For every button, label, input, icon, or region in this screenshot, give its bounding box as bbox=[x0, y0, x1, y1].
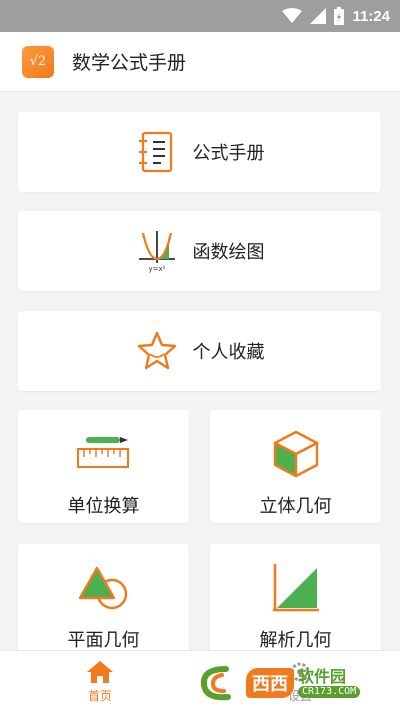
triangle-circle-icon bbox=[74, 562, 134, 614]
watermark-mark-icon bbox=[200, 666, 231, 701]
axes-triangle-icon bbox=[266, 562, 326, 614]
formula-manual-label: 公式手册 bbox=[192, 143, 265, 164]
page-title: 数学公式手册 bbox=[72, 52, 187, 74]
favorites-card[interactable]: 个人收藏 bbox=[18, 311, 381, 391]
home-icon bbox=[87, 660, 113, 683]
app-bar: √2 数学公式手册 bbox=[0, 32, 400, 92]
wifi-icon bbox=[282, 8, 303, 23]
plane-geometry-card[interactable]: 平面几何 bbox=[18, 544, 189, 657]
unit-conversion-card[interactable]: 单位换算 bbox=[18, 410, 189, 523]
status-time: 11:24 bbox=[352, 7, 390, 25]
function-graph-caption: y=x² bbox=[148, 265, 165, 273]
solid-geometry-label: 立体几何 bbox=[259, 496, 332, 517]
watermark-name: 软件园 bbox=[298, 667, 347, 686]
app-logo: √2 bbox=[22, 45, 54, 78]
ruler-pencil-icon bbox=[74, 428, 134, 480]
function-graph-icon: y=x² bbox=[135, 229, 179, 273]
signal-icon bbox=[310, 8, 327, 24]
watermark-brand: 西西 bbox=[246, 668, 294, 698]
unit-conversion-label: 单位换算 bbox=[67, 496, 140, 517]
cube-icon bbox=[266, 428, 326, 480]
star-icon bbox=[135, 329, 179, 373]
function-plot-label: 函数绘图 bbox=[192, 242, 265, 263]
function-plot-card[interactable]: y=x² 函数绘图 bbox=[18, 211, 381, 291]
watermark-domain: CR173.COM bbox=[298, 686, 361, 698]
formula-manual-card[interactable]: 公式手册 bbox=[18, 112, 381, 192]
status-bar: 11:24 bbox=[0, 0, 400, 32]
analytic-geometry-label: 解析几何 bbox=[259, 630, 332, 651]
watermark-logo: 西西 软件园 CR173.COM bbox=[196, 660, 392, 706]
nav-home-label: 首页 bbox=[87, 688, 112, 703]
favorites-label: 个人收藏 bbox=[192, 342, 265, 363]
nav-home[interactable]: 首页 bbox=[60, 651, 140, 711]
solid-geometry-card[interactable]: 立体几何 bbox=[210, 410, 381, 523]
battery-icon bbox=[334, 7, 345, 25]
notebook-icon bbox=[135, 130, 179, 174]
plane-geometry-label: 平面几何 bbox=[67, 630, 140, 651]
analytic-geometry-card[interactable]: 解析几何 bbox=[210, 544, 381, 657]
